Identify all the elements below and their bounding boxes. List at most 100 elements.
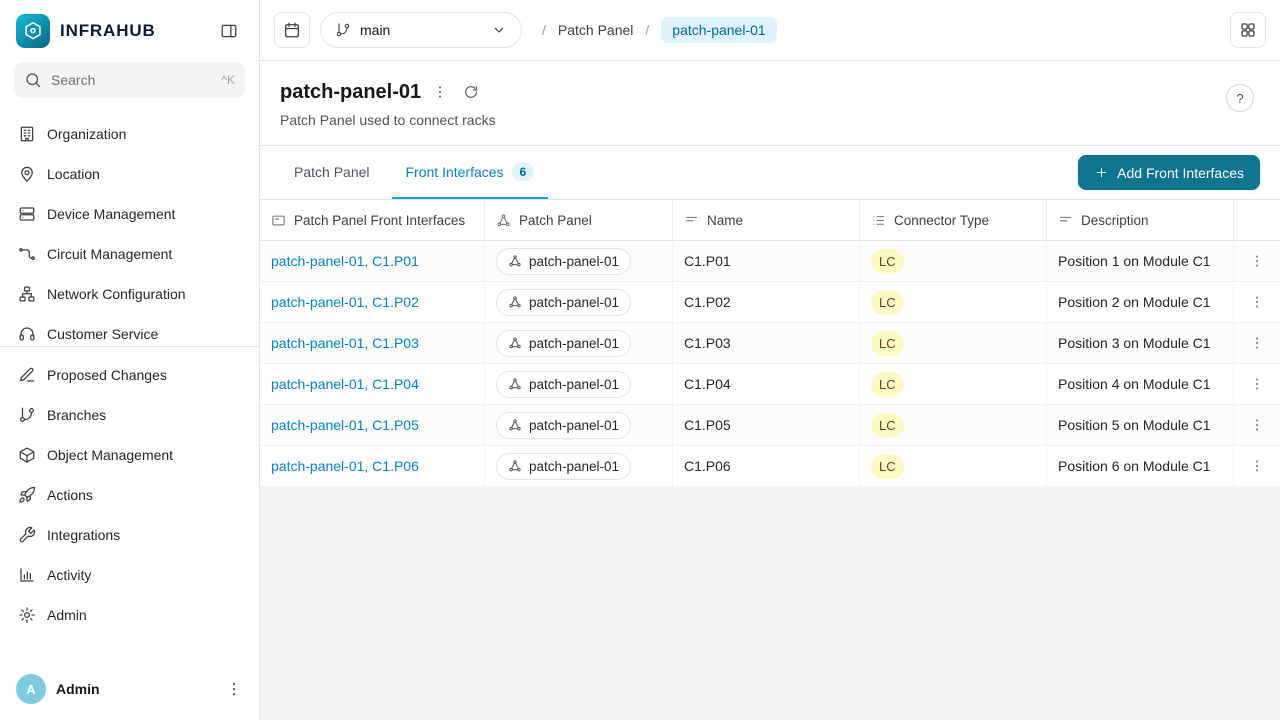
patch-panel-cell: patch-panel-01 xyxy=(485,282,673,322)
table-row: patch-panel-01, C1.P06 patch-panel-01 C1.P… xyxy=(260,446,1280,487)
tab-label: Front Interfaces xyxy=(406,164,504,180)
description-value: Position 5 on Module C1 xyxy=(1058,417,1211,433)
column-header-patch-panel-front-interfaces[interactable]: Patch Panel Front Interfaces xyxy=(260,200,485,240)
sidebar-item-integrations[interactable]: Integrations xyxy=(8,515,251,555)
row-actions-cell xyxy=(1234,241,1280,281)
calendar-icon xyxy=(283,21,301,39)
name-value: C1.P02 xyxy=(684,294,731,310)
sidebar-item-network-configuration[interactable]: Network Configuration xyxy=(8,274,251,314)
sidebar-item-object-management[interactable]: Object Management xyxy=(8,435,251,475)
patch-panel-pill[interactable]: patch-panel-01 xyxy=(496,289,631,316)
sidebar-item-actions[interactable]: Actions xyxy=(8,475,251,515)
connector-type-cell: LC xyxy=(860,405,1047,445)
infrahub-logo[interactable] xyxy=(16,14,50,48)
column-header-patch-panel[interactable]: Patch Panel xyxy=(485,200,673,240)
sidebar-item-proposed-changes[interactable]: Proposed Changes xyxy=(8,355,251,395)
connector-type-cell: LC xyxy=(860,241,1047,281)
search-input[interactable]: Search ^K xyxy=(14,62,245,98)
interface-link[interactable]: patch-panel-01, C1.P02 xyxy=(271,294,419,310)
help-button[interactable]: ? xyxy=(1226,84,1254,112)
connector-type-cell: LC xyxy=(860,323,1047,363)
chart-icon xyxy=(18,566,36,584)
time-travel-button[interactable] xyxy=(274,12,310,48)
interface-link[interactable]: patch-panel-01, C1.P04 xyxy=(271,376,419,392)
text-icon xyxy=(1058,213,1073,228)
apps-button[interactable] xyxy=(1230,12,1266,48)
relation-icon xyxy=(496,213,511,228)
connector-type-cell: LC xyxy=(860,446,1047,486)
row-actions-kebab-icon[interactable] xyxy=(1249,253,1265,269)
logo-text: INFRAHUB xyxy=(60,21,156,41)
sidebar-item-label: Circuit Management xyxy=(47,246,172,262)
description-cell: Position 2 on Module C1 xyxy=(1047,282,1234,322)
breadcrumb-patch-panel[interactable]: Patch Panel xyxy=(558,22,634,38)
row-actions-kebab-icon[interactable] xyxy=(1249,376,1265,392)
refresh-button[interactable] xyxy=(459,80,483,104)
connector-type-badge: LC xyxy=(871,290,904,315)
sidebar-item-location[interactable]: Location xyxy=(8,154,251,194)
patch-panel-pill[interactable]: patch-panel-01 xyxy=(496,330,631,357)
sidebar-item-customer-service[interactable]: Customer Service xyxy=(8,314,251,346)
table-row: patch-panel-01, C1.P02 patch-panel-01 C1.P… xyxy=(260,282,1280,323)
row-actions-kebab-icon[interactable] xyxy=(1249,335,1265,351)
table-body: patch-panel-01, C1.P01 patch-panel-01 C1.P… xyxy=(260,241,1280,487)
refresh-icon xyxy=(463,84,479,100)
column-header-description[interactable]: Description xyxy=(1047,200,1234,240)
patch-panel-pill[interactable]: patch-panel-01 xyxy=(496,412,631,439)
avatar: A xyxy=(16,674,46,704)
title-actions-kebab-button[interactable] xyxy=(428,80,452,104)
column-label: Name xyxy=(707,213,743,228)
interface-link[interactable]: patch-panel-01, C1.P06 xyxy=(271,458,419,474)
table-row: patch-panel-01, C1.P04patch-panel-01C1.P… xyxy=(260,364,1280,405)
column-header-connector-type[interactable]: Connector Type xyxy=(860,200,1047,240)
tab-patch-panel[interactable]: Patch Panel xyxy=(280,146,384,199)
interface-link[interactable]: patch-panel-01, C1.P05 xyxy=(271,417,419,433)
add-front-interfaces-button[interactable]: Add Front Interfaces xyxy=(1078,155,1260,190)
user-menu-kebab-icon[interactable] xyxy=(225,680,243,698)
search-placeholder: Search xyxy=(51,72,95,88)
content-background xyxy=(260,487,1280,720)
patch-panel-pill[interactable]: patch-panel-01 xyxy=(496,248,631,275)
sidebar-collapse-button[interactable] xyxy=(215,17,243,45)
sidebar-item-label: Organization xyxy=(47,126,126,142)
logo-row: INFRAHUB xyxy=(0,12,259,62)
name-cell: C1.P06 xyxy=(673,446,860,486)
interface-link[interactable]: patch-panel-01, C1.P01 xyxy=(271,253,419,269)
sidebar-item-branches[interactable]: Branches xyxy=(8,395,251,435)
panel-collapse-icon xyxy=(220,22,238,40)
sidebar-item-organization[interactable]: Organization xyxy=(8,114,251,154)
interface-cell: patch-panel-01, C1.P06 xyxy=(260,446,485,486)
description-cell: Position 3 on Module C1 xyxy=(1047,323,1234,363)
tab-front-interfaces[interactable]: Front Interfaces 6 xyxy=(392,146,549,199)
row-actions-kebab-icon[interactable] xyxy=(1249,417,1265,433)
front-interfaces-table: Patch Panel Front Interfaces Patch Panel N… xyxy=(260,200,1280,487)
patch-panel-pill-label: patch-panel-01 xyxy=(529,377,619,392)
card-icon xyxy=(271,213,286,228)
network-icon xyxy=(18,285,36,303)
name-value: C1.P03 xyxy=(684,335,731,351)
interface-link[interactable]: patch-panel-01, C1.P03 xyxy=(271,335,419,351)
interface-cell: patch-panel-01, C1.P04 xyxy=(260,364,485,404)
circuit-icon xyxy=(18,245,36,263)
patch-panel-pill[interactable]: patch-panel-01 xyxy=(496,453,631,480)
column-header-name[interactable]: Name xyxy=(673,200,860,240)
branch-selector[interactable]: main xyxy=(320,12,522,48)
topbar: main / Patch Panel / patch-panel-01 xyxy=(260,0,1280,61)
patch-panel-pill[interactable]: patch-panel-01 xyxy=(496,371,631,398)
patch-panel-pill-label: patch-panel-01 xyxy=(529,254,619,269)
sidebar-item-admin[interactable]: Admin xyxy=(8,595,251,635)
sidebar-item-activity[interactable]: Activity xyxy=(8,555,251,595)
row-actions-cell xyxy=(1234,282,1280,322)
sidebar-item-device-management[interactable]: Device Management xyxy=(8,194,251,234)
row-actions-kebab-icon[interactable] xyxy=(1249,458,1265,474)
connector-type-badge: LC xyxy=(871,372,904,397)
interface-cell: patch-panel-01, C1.P03 xyxy=(260,323,485,363)
search-icon xyxy=(24,71,42,89)
row-actions-kebab-icon[interactable] xyxy=(1249,294,1265,310)
column-label: Patch Panel xyxy=(519,213,592,228)
name-value: C1.P06 xyxy=(684,458,731,474)
column-label: Patch Panel Front Interfaces xyxy=(294,213,465,228)
breadcrumb-current-pill[interactable]: patch-panel-01 xyxy=(661,17,776,43)
sidebar-item-label: Branches xyxy=(47,407,106,423)
sidebar-item-circuit-management[interactable]: Circuit Management xyxy=(8,234,251,274)
